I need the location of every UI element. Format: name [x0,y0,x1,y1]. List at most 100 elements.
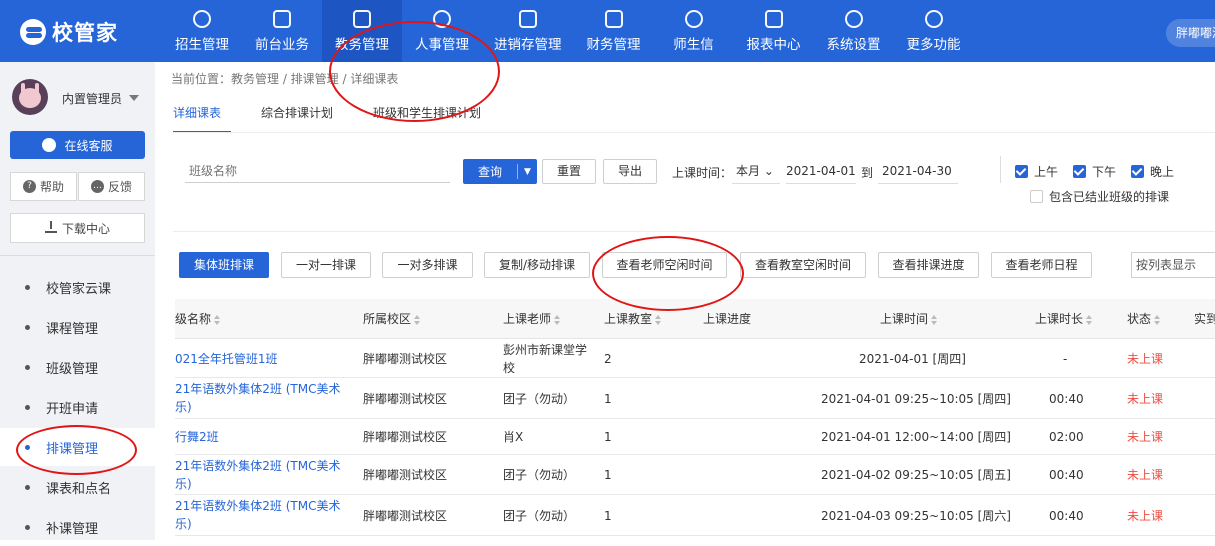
sort-icon[interactable] [1086,314,1093,325]
logo: 校管家 [20,17,118,47]
nav-settings[interactable]: 系统设置 [814,0,894,62]
sidebar-divider [0,255,155,256]
online-service-button[interactable]: 在线客服 [10,131,145,159]
download-label: 下载中心 [61,221,110,236]
nav-more[interactable]: 更多功能 [894,0,974,62]
chevron-down-icon[interactable] [129,95,139,101]
include-finished-label: 包含已结业班级的排课 [1049,190,1170,204]
feedback-button[interactable]: … 反馈 [78,172,145,201]
room-cell: 1 [604,509,612,523]
nav-messages[interactable]: 师生信 [654,0,734,62]
sidebar-item-class-application[interactable]: 开班申请 [0,388,155,426]
table-row[interactable]: 21年语数外集体2班 (TMC美术乐) 胖嘟嘟测试校区 团子（勿动） 1 202… [175,455,1215,495]
teacher-free-time-button[interactable]: 查看老师空闲时间 [602,252,727,278]
sidebar-item-makeup-class[interactable]: 补课管理 [0,508,155,546]
avatar[interactable] [12,79,48,115]
table-row[interactable]: 21年语数外集体2班 (TMC美术乐) 胖嘟嘟测试校区 团子（勿动） 1 202… [175,378,1215,419]
evening-checkbox[interactable]: 晚上 [1131,163,1174,180]
online-service-label: 在线客服 [64,138,113,153]
one-to-many-schedule-button[interactable]: 一对多排课 [382,252,473,278]
class-name-link[interactable]: 行舞2班 [175,428,219,446]
teacher-schedule-button[interactable]: 查看老师日程 [991,252,1092,278]
campus-user-menu[interactable]: 胖嘟嘟测试校区 [1166,19,1215,47]
column-campus[interactable]: 所属校区 [363,299,421,339]
chat-icon [42,138,57,152]
one-to-one-schedule-button[interactable]: 一对一排课 [281,252,371,278]
nav-reports[interactable]: 报表中心 [734,0,814,62]
admin-name[interactable]: 内置管理员 [62,90,122,107]
column-teacher[interactable]: 上课老师 [503,299,561,339]
period-value: 本月 [736,164,761,178]
class-name-link[interactable]: 021全年托管班1班 [175,350,278,368]
sort-icon[interactable] [1154,314,1161,325]
time-cell: 2021-04-01 [周四] [859,352,966,366]
class-name-input[interactable] [185,159,450,183]
nav-finance[interactable]: 财务管理 [574,0,654,62]
room-cell: 2 [604,352,612,366]
chevron-down-icon[interactable]: ▼ [518,167,537,177]
sort-icon[interactable] [554,314,561,325]
message-icon [684,9,703,28]
period-select[interactable]: 本月 ⌄ [732,159,780,184]
gear-icon [844,9,863,28]
sidebar-item-schedule-management[interactable]: 排课管理 [0,428,155,466]
sidebar-item-cloud-class[interactable]: 校管家云课 [0,268,155,306]
column-time[interactable]: 上课时间 [880,299,938,339]
status-badge: 未上课 [1127,352,1164,366]
nav-inventory[interactable]: 进销存管理 [482,0,574,62]
column-class-name[interactable]: 级名称 [175,299,221,339]
column-room[interactable]: 上课教室 [604,299,662,339]
room-free-time-button[interactable]: 查看教室空闲时间 [740,252,866,278]
column-duration[interactable]: 上课时长 [1035,299,1093,339]
reset-button[interactable]: 重置 [542,159,596,184]
nav-label: 招生管理 [175,36,229,53]
afternoon-label: 下午 [1092,165,1117,179]
download-center-button[interactable]: 下载中心 [10,213,145,243]
time-cell: 2021-04-01 12:00~14:00 [周四] [821,430,1011,444]
sidebar-item-class-management[interactable]: 班级管理 [0,348,155,386]
sort-icon[interactable] [655,314,662,325]
class-name-link[interactable]: 21年语数外集体2班 (TMC美术乐) [175,497,345,533]
nav-admissions[interactable]: 招生管理 [162,0,242,62]
tab-comprehensive-plan[interactable]: 综合排课计划 [261,93,333,133]
sidebar-item-course-management[interactable]: 课程管理 [0,308,155,346]
copy-move-schedule-button[interactable]: 复制/移动排课 [484,252,590,278]
group-schedule-button[interactable]: 集体班排课 [179,252,269,278]
table-row[interactable]: 21年语数外集体2班 (TMC美术乐) 胖嘟嘟测试校区 团子（勿动） 1 202… [175,495,1215,536]
schedule-progress-button[interactable]: 查看排课进度 [878,252,979,278]
display-mode-select[interactable]: 按列表显示 [1131,252,1215,278]
column-label: 状态 [1127,312,1152,326]
tab-class-student-plan[interactable]: 班级和学生排课计划 [373,93,481,133]
bullet-icon [25,324,30,330]
start-date-input[interactable]: 2021-04-01 [786,159,856,184]
question-icon: ? [22,180,36,193]
query-button[interactable]: 查询 ▼ [463,159,537,184]
sort-icon[interactable] [931,314,938,325]
tab-detailed-timetable[interactable]: 详细课表 [173,93,232,133]
column-status[interactable]: 状态 [1127,299,1161,339]
end-date-input[interactable]: 2021-04-30 [878,159,958,184]
nav-personnel[interactable]: 人事管理 [402,0,482,62]
class-name-link[interactable]: 21年语数外集体2班 (TMC美术乐) [175,457,345,493]
teacher-cell: 团子（勿动） [503,392,576,406]
afternoon-checkbox[interactable]: 下午 [1073,163,1116,180]
status-badge: 未上课 [1127,430,1164,444]
sort-icon[interactable] [214,314,221,325]
table-row[interactable]: 行舞2班 胖嘟嘟测试校区 肖X 1 2021-04-01 12:00~14:00… [175,419,1215,455]
nav-label: 进销存管理 [494,36,562,53]
nav-academic-affairs[interactable]: 教务管理 [322,0,402,62]
export-button[interactable]: 导出 [603,159,657,184]
duration-cell: 00:40 [1049,392,1084,406]
nav-label: 教务管理 [335,36,389,53]
class-name-link[interactable]: 21年语数外集体2班 (TMC美术乐) [175,380,345,416]
nav-front-desk[interactable]: 前台业务 [242,0,322,62]
help-button[interactable]: ? 帮助 [10,172,77,201]
sort-icon[interactable] [414,314,421,325]
breadcrumb: 当前位置：教务管理 / 排课管理 / 详细课表 [171,72,399,86]
sidebar-item-timetable-attendance[interactable]: 课表和点名 [0,468,155,506]
help-label: 帮助 [39,180,64,194]
morning-checkbox[interactable]: 上午 [1015,163,1058,180]
table-row[interactable]: 021全年托管班1班 胖嘟嘟测试校区 彭州市新课堂学校 2 2021-04-01… [175,339,1215,378]
include-finished-checkbox[interactable]: 包含已结业班级的排课 [1030,188,1169,205]
query-label: 查询 [477,165,502,179]
